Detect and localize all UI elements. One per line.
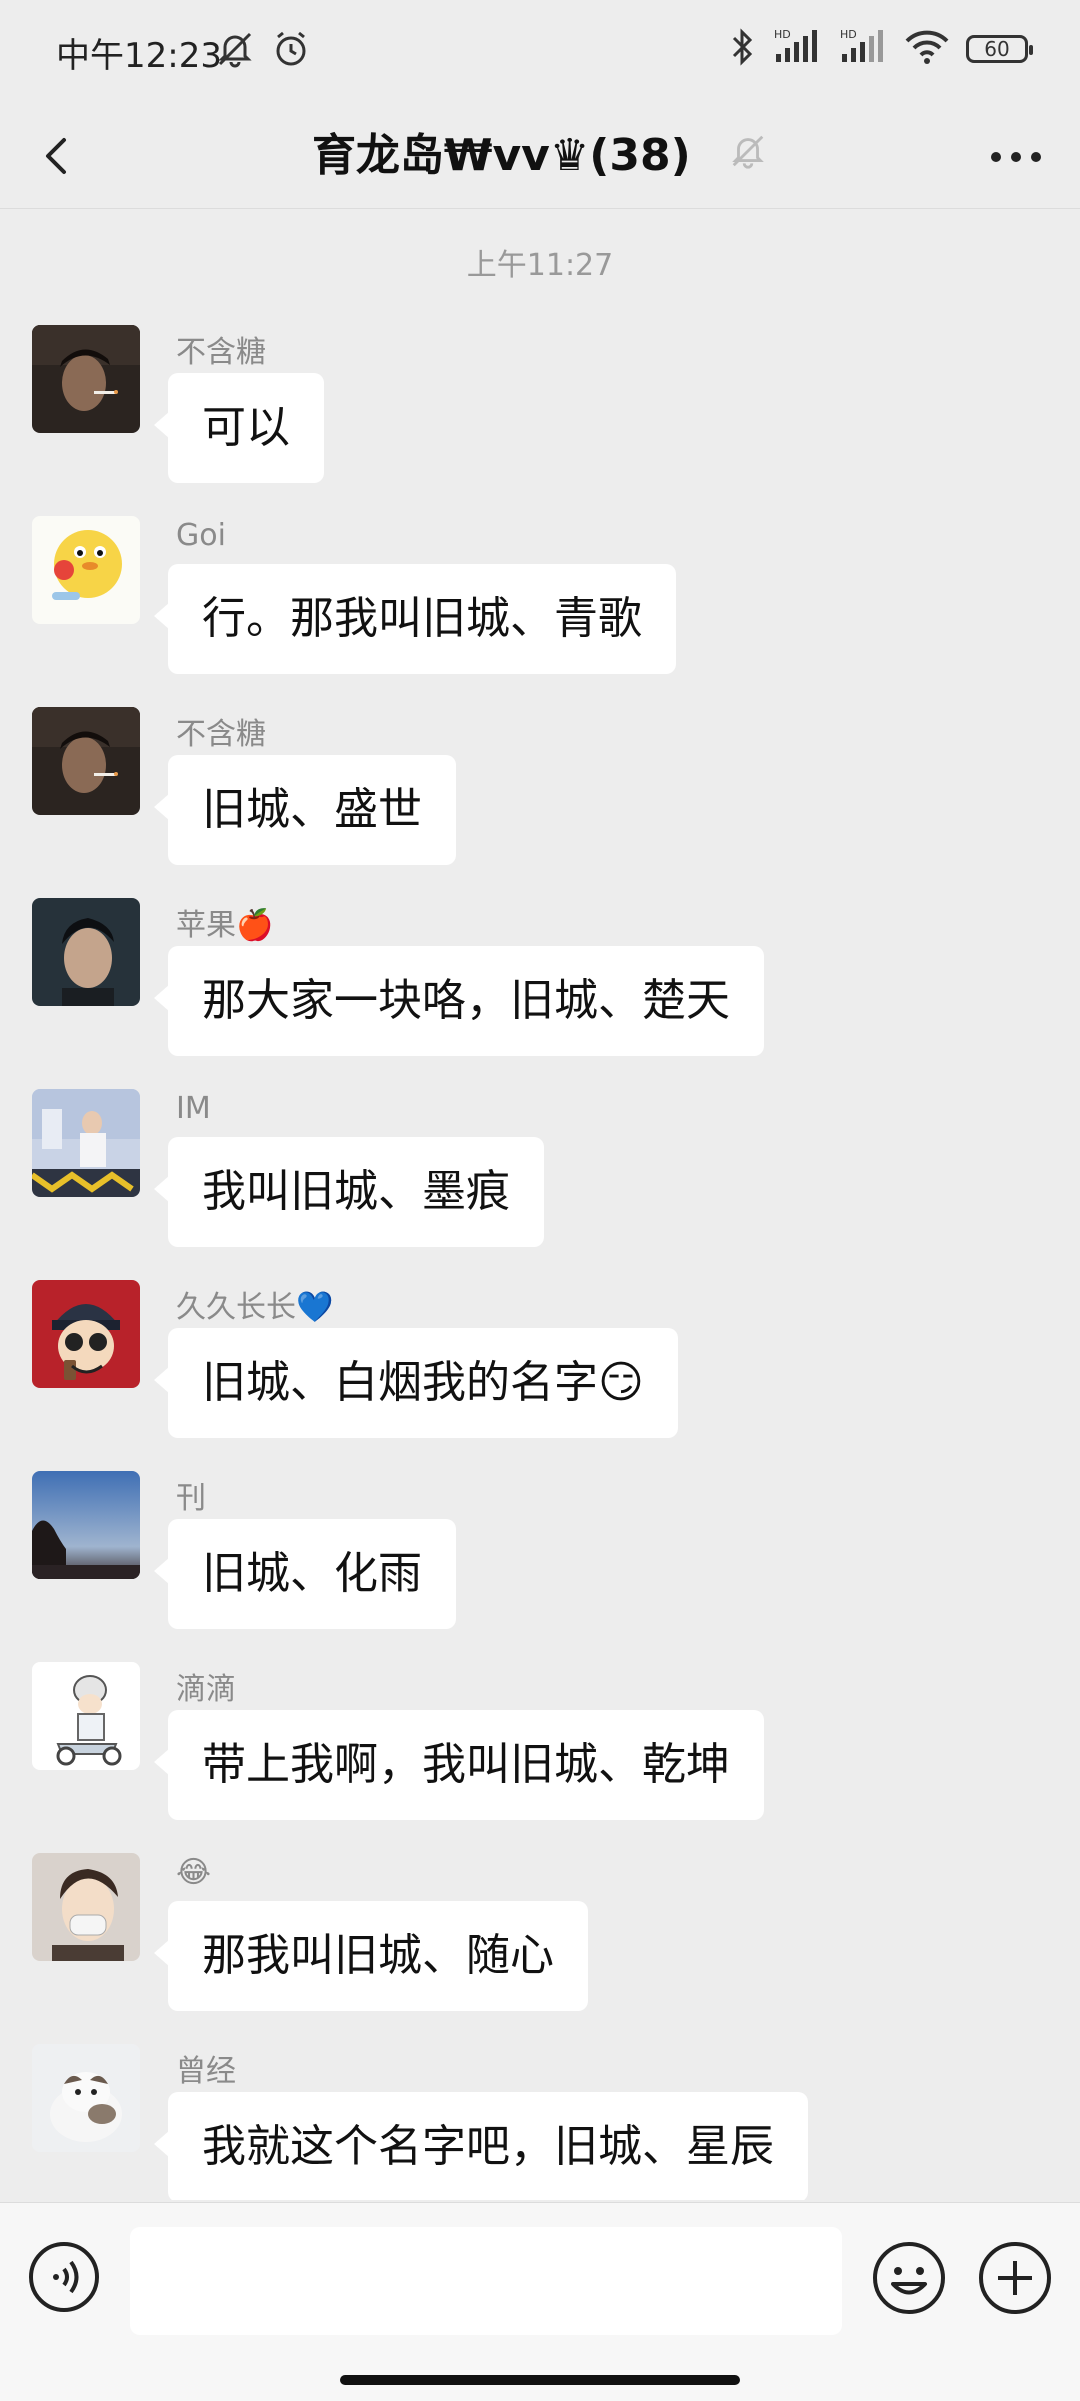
more-button[interactable] [980, 132, 1052, 182]
message-bubble[interactable]: 旧城、白烟我的名字😏 [154, 1328, 678, 1438]
message-bubble[interactable]: 旧城、盛世 [154, 755, 456, 865]
message-row: 苹果🍎 那大家一块咯，旧城、楚天 [0, 898, 1080, 1088]
home-indicator[interactable] [340, 2375, 740, 2385]
message-bubble[interactable]: 旧城、化雨 [154, 1519, 456, 1629]
avatar[interactable] [32, 1853, 140, 1961]
input-bar [0, 2202, 1080, 2401]
sender-name: 不含糖 [176, 335, 266, 370]
message-row: 刊 旧城、化雨 [0, 1471, 1080, 1661]
message-row: 久久长长💙 旧城、白烟我的名字😏 [0, 1280, 1080, 1470]
sender-name: 久久长长💙 [176, 1290, 334, 1325]
sender-name: 😂 [176, 1855, 212, 1890]
avatar[interactable] [32, 1280, 140, 1388]
time-separator: 上午11:27 [466, 248, 614, 283]
avatar[interactable] [32, 1662, 140, 1770]
status-right-icons: HD HD 60 [728, 26, 1033, 72]
message-row: 不含糖 可以 [0, 325, 1080, 515]
sender-name: 曾经 [176, 2054, 236, 2089]
chat-title-wrap: 育龙岛₩vv♛(38) [0, 118, 1080, 194]
message-row: 😂 那我叫旧城、随心 [0, 1853, 1080, 2043]
emoji-icon [873, 2242, 945, 2314]
sender-name: IM [176, 1091, 211, 1126]
mute-bell-icon [214, 28, 256, 74]
message-bubble[interactable]: 行。那我叫旧城、青歌 [154, 564, 676, 674]
avatar[interactable] [32, 516, 140, 624]
mute-bell-icon [728, 131, 768, 182]
sender-name: 刊 [176, 1481, 206, 1516]
message-row: Goi 行。那我叫旧城、青歌 [0, 516, 1080, 706]
message-bubble[interactable]: 带上我啊，我叫旧城、乾坤 [154, 1710, 764, 1820]
message-row: IM 我叫旧城、墨痕 [0, 1089, 1080, 1279]
chat-message-list[interactable]: 上午11:27 不含糖 可以 Goi 行。那我叫旧城、青歌 不含糖 旧城、盛世 … [0, 210, 1080, 2200]
message-row: 不含糖 旧城、盛世 [0, 707, 1080, 897]
status-left-icons [214, 28, 312, 74]
sender-name: 滴滴 [176, 1672, 236, 1707]
voice-icon [29, 2242, 99, 2312]
avatar[interactable] [32, 1089, 140, 1197]
alarm-icon [270, 28, 312, 74]
voice-button[interactable] [28, 2241, 100, 2313]
message-input[interactable] [130, 2227, 842, 2335]
message-bubble[interactable]: 我就这个名字吧，旧城、星辰 [154, 2092, 808, 2200]
message-bubble[interactable]: 那我叫旧城、随心 [154, 1901, 588, 2011]
avatar[interactable] [32, 707, 140, 815]
svg-text:HD: HD [774, 28, 791, 41]
signal-hd-icon: HD [772, 26, 822, 72]
message-bubble[interactable]: 我叫旧城、墨痕 [154, 1137, 544, 1247]
message-row: 曾经 我就这个名字吧，旧城、星辰 [0, 2044, 1080, 2200]
signal-hd-icon: HD [838, 26, 888, 72]
sender-name: Goi [176, 518, 226, 553]
plus-button[interactable] [978, 2241, 1052, 2315]
avatar[interactable] [32, 2044, 140, 2152]
status-bar: 中午12:23 HD HD 60 [0, 0, 1080, 104]
more-dots-icon [991, 152, 1041, 162]
message-row: 滴滴 带上我啊，我叫旧城、乾坤 [0, 1662, 1080, 1852]
avatar[interactable] [32, 325, 140, 433]
wifi-icon [904, 26, 950, 72]
sender-name: 不含糖 [176, 717, 266, 752]
message-bubble[interactable]: 那大家一块咯，旧城、楚天 [154, 946, 764, 1056]
bluetooth-icon [728, 26, 756, 72]
sender-name: 苹果🍎 [176, 908, 274, 943]
status-time: 中午12:23 [56, 36, 222, 76]
avatar[interactable] [32, 1471, 140, 1579]
message-bubble[interactable]: 可以 [154, 373, 324, 483]
battery-icon: 60 [966, 35, 1033, 63]
svg-text:HD: HD [840, 28, 857, 41]
plus-icon [979, 2242, 1051, 2314]
emoji-button[interactable] [872, 2241, 946, 2315]
chat-header: 育龙岛₩vv♛(38) [0, 104, 1080, 209]
avatar[interactable] [32, 898, 140, 1006]
chat-title: 育龙岛₩vv♛(38) [311, 130, 691, 181]
